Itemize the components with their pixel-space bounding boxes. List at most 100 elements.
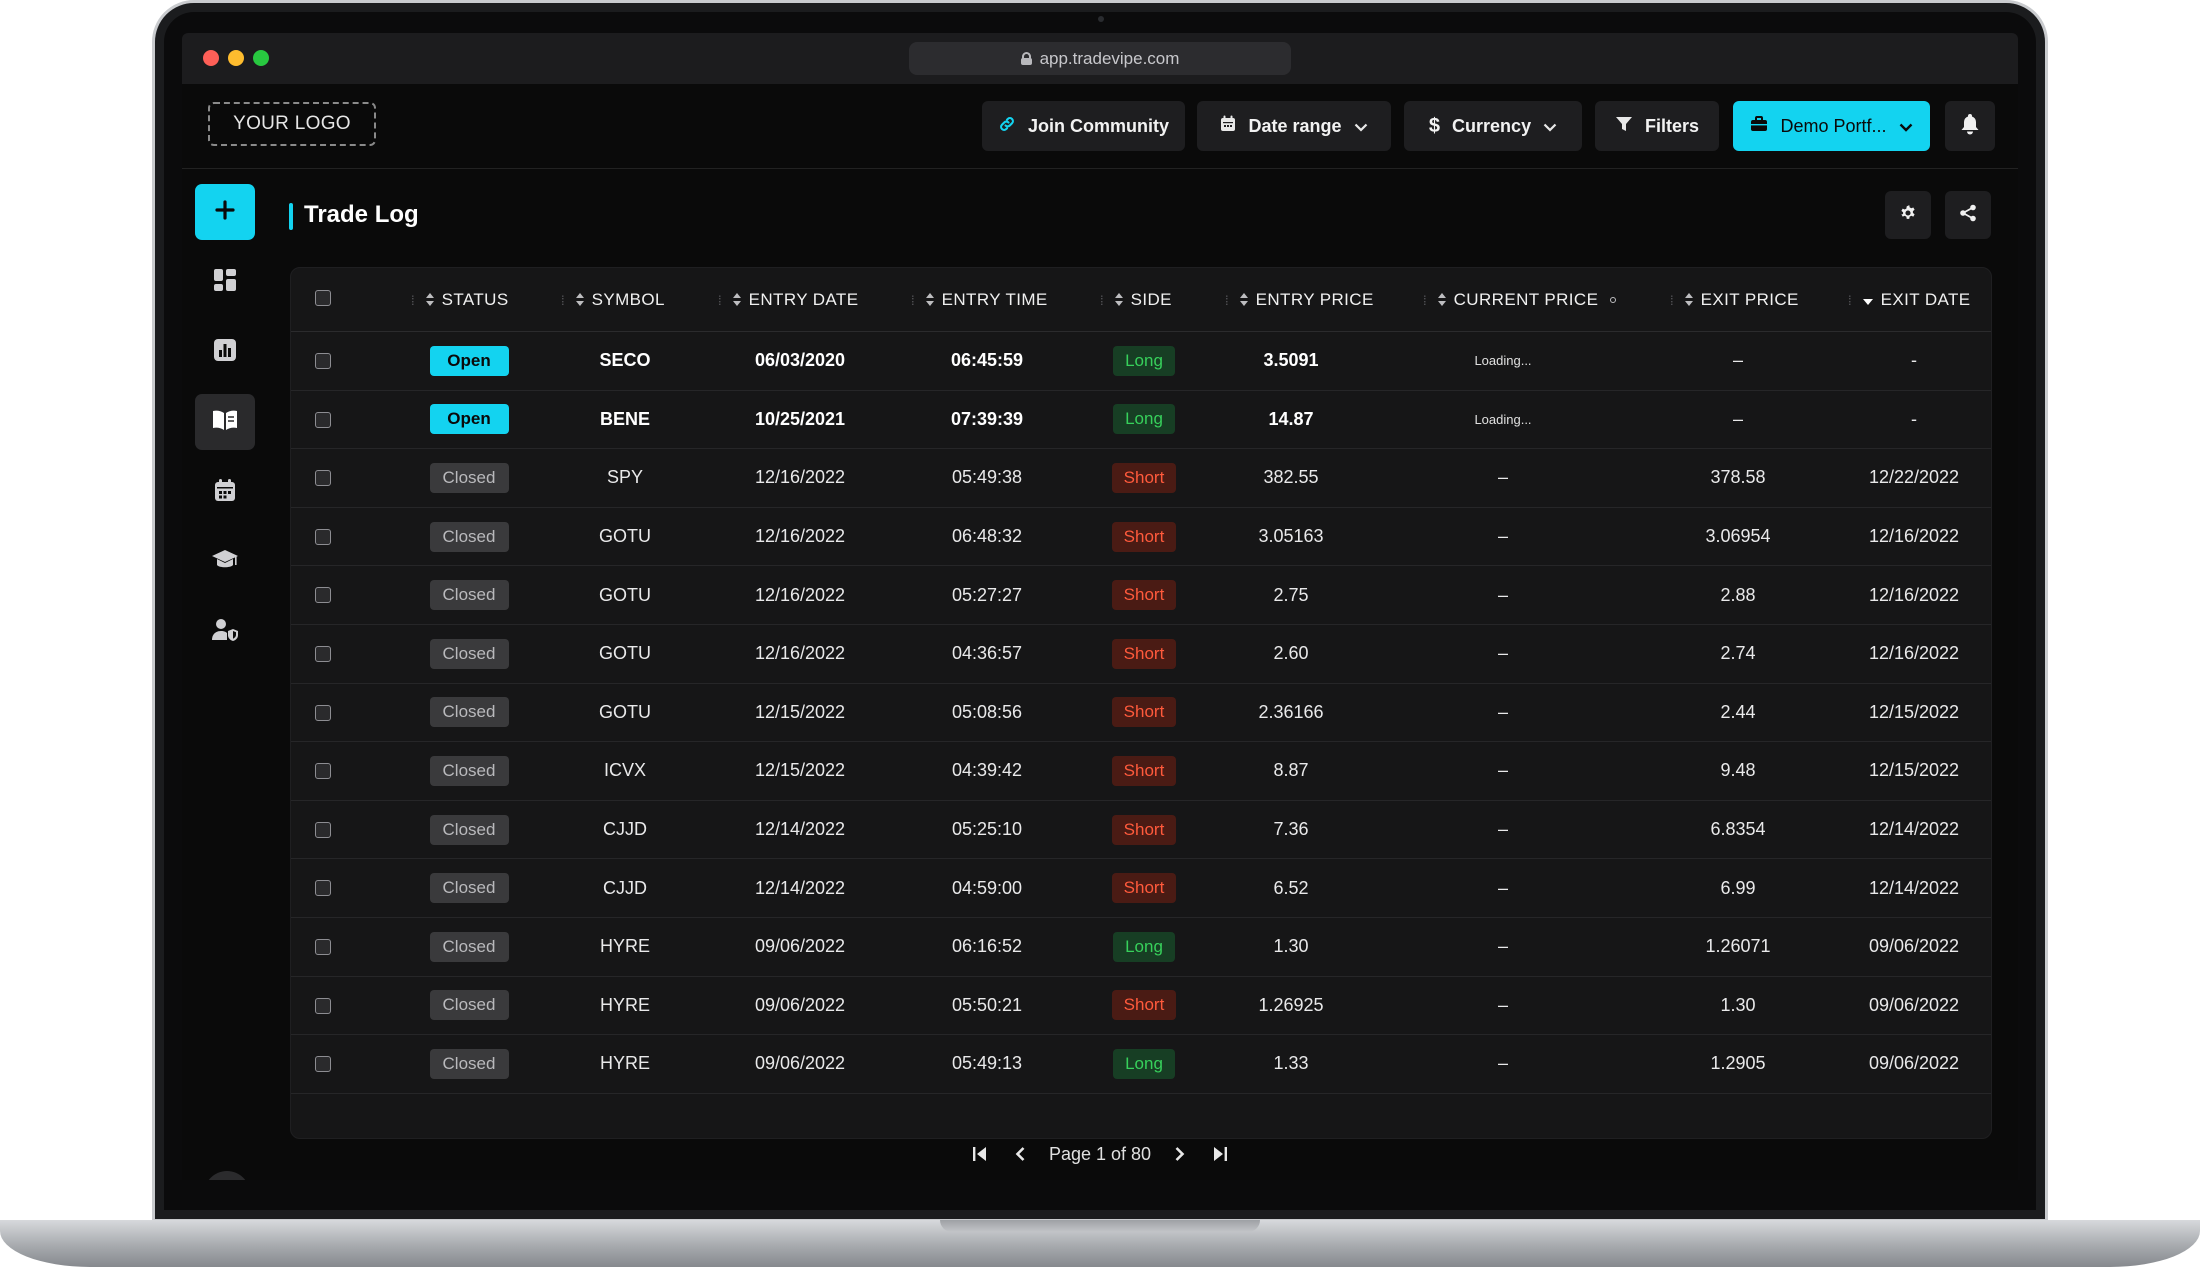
page-title: Trade Log [304, 201, 419, 228]
table-settings-button[interactable] [1885, 191, 1931, 239]
row-checkbox[interactable] [315, 587, 331, 604]
table-row[interactable]: Closed SPY 12/16/2022 05:49:38 Short 382.55 – 3… [291, 449, 1991, 508]
column-symbol[interactable]: ⁞ SYMBOL [561, 268, 665, 332]
cell-current-price: – [1403, 977, 1603, 1035]
table-row[interactable]: Closed HYRE 09/06/2022 06:16:52 Long 1.30 – 1.2… [291, 918, 1991, 977]
sidebar-item-reports[interactable] [195, 324, 255, 380]
table-row[interactable]: Closed CJJD 12/14/2022 04:59:00 Short 6.52 – 6.… [291, 859, 1991, 918]
cell-value: – [1497, 1053, 1508, 1074]
close-window-button[interactable] [203, 50, 219, 66]
side-badge: Short [1111, 697, 1177, 728]
table-row[interactable]: Closed CJJD 12/14/2022 05:25:10 Short 7.36 – 6.… [291, 801, 1991, 860]
table-row[interactable]: Open SECO 06/03/2020 06:45:59 Long 3.5091 Load… [291, 332, 1991, 391]
column-exit-price[interactable]: ⁞ EXIT PRICE [1670, 268, 1799, 332]
drag-handle-icon[interactable]: ⁞ [1100, 293, 1104, 308]
drag-handle-icon[interactable]: ⁞ [1225, 293, 1229, 308]
status-badge: Closed [429, 755, 509, 786]
drag-handle-icon[interactable]: ⁞ [411, 293, 415, 308]
table-row[interactable]: Closed GOTU 12/16/2022 04:36:57 Short 2.60 – 2.… [291, 625, 1991, 684]
chevron-right-icon [1175, 1147, 1185, 1161]
drag-handle-icon[interactable]: ⁞ [1670, 293, 1674, 308]
add-trade-button[interactable] [195, 184, 255, 240]
cell-entry-date: 09/06/2022 [700, 918, 900, 976]
cell-value: CJJD [603, 877, 647, 898]
cell-value: 1.26925 [1258, 994, 1324, 1015]
join-community-button[interactable]: Join Community [982, 101, 1185, 151]
column-entry-date[interactable]: ⁞ ENTRY DATE [718, 268, 858, 332]
logo[interactable]: YOUR LOGO [208, 102, 376, 146]
table-row[interactable]: Open BENE 10/25/2021 07:39:39 Long 14.87 Loadi… [291, 391, 1991, 450]
drag-handle-icon[interactable]: ⁞ [1848, 293, 1852, 308]
row-checkbox[interactable] [315, 880, 331, 897]
row-checkbox[interactable] [315, 353, 331, 369]
cell-symbol: GOTU [525, 508, 725, 566]
maximize-window-button[interactable] [253, 50, 269, 66]
share-button[interactable] [1945, 191, 1991, 239]
last-page-button[interactable] [1209, 1143, 1231, 1165]
sidebar-item-calendar[interactable] [195, 464, 255, 520]
cell-value: 12/16/2022 [754, 526, 846, 547]
drag-handle-icon[interactable]: ⁞ [718, 293, 722, 308]
sort-icon [575, 293, 584, 307]
cell-entry-date: 12/14/2022 [700, 859, 900, 917]
column-label: ENTRY PRICE [1255, 290, 1374, 309]
drag-handle-icon[interactable]: ⁞ [911, 293, 915, 308]
loading-text: Loading... [1474, 411, 1532, 427]
notifications-button[interactable] [1945, 101, 1995, 151]
cell-exit-price: 6.8354 [1638, 801, 1838, 859]
cell-symbol: SPY [525, 449, 725, 507]
sidebar-item-account[interactable] [195, 604, 255, 660]
minimize-window-button[interactable] [228, 50, 244, 66]
cell-symbol: CJJD [525, 859, 725, 917]
filters-button[interactable]: Filters [1595, 101, 1719, 151]
portfolio-dropdown[interactable]: Demo Portf... [1733, 101, 1930, 151]
drag-handle-icon[interactable]: ⁞ [561, 293, 565, 308]
address-bar[interactable]: app.tradevipe.com [909, 42, 1291, 75]
row-checkbox[interactable] [315, 939, 331, 955]
table-row[interactable]: Closed ICVX 12/15/2022 04:39:42 Short 8.87 – 9.… [291, 742, 1991, 801]
table-row[interactable]: Closed GOTU 12/16/2022 06:48:32 Short 3.05163… [291, 508, 1991, 567]
cell-value: GOTU [599, 526, 651, 547]
row-checkbox[interactable] [315, 1056, 331, 1073]
page-indicator: Page 1 of 80 [1048, 1143, 1152, 1164]
select-all-checkbox[interactable] [315, 290, 331, 306]
previous-page-button[interactable] [1009, 1143, 1031, 1165]
next-page-button[interactable] [1169, 1143, 1191, 1165]
row-checkbox[interactable] [315, 646, 331, 662]
sidebar-item-dashboard[interactable] [195, 254, 255, 310]
first-page-button[interactable] [969, 1143, 991, 1165]
sidebar-item-journal[interactable] [195, 394, 255, 450]
column-exit-date[interactable]: ⁞ EXIT DATE [1848, 268, 1971, 332]
column-entry-time[interactable]: ⁞ ENTRY TIME [911, 268, 1048, 332]
date-range-dropdown[interactable]: Date range [1197, 101, 1391, 151]
cell-value: 04:36:57 [951, 643, 1023, 664]
cell-value: 05:49:38 [951, 467, 1023, 488]
row-checkbox[interactable] [315, 704, 331, 721]
cell-entry-date: 12/16/2022 [700, 566, 900, 624]
status-badge: Closed [429, 697, 509, 728]
table-row[interactable]: Closed HYRE 09/06/2022 05:50:21 Short 1.26925… [291, 977, 1991, 1036]
row-checkbox[interactable] [315, 528, 331, 545]
cell-value: 3.05163 [1258, 526, 1324, 547]
column-current-price[interactable]: ⁞ CURRENT PRICE [1423, 268, 1617, 332]
column-entry-price[interactable]: ⁞ ENTRY PRICE [1225, 268, 1374, 332]
currency-dropdown[interactable]: $ Currency [1404, 101, 1582, 151]
column-status[interactable]: ⁞ STATUS [411, 268, 509, 332]
row-checkbox[interactable] [315, 821, 331, 838]
cell-value: 12/14/2022 [754, 877, 846, 898]
cell-value: 12/16/2022 [1868, 584, 1960, 605]
column-side[interactable]: ⁞ SIDE [1100, 268, 1172, 332]
row-checkbox[interactable] [315, 763, 331, 780]
cell-exit-date: 12/14/2022 [1814, 801, 1991, 859]
app-header: YOUR LOGO Join Community Date range $ Cu… [182, 84, 2018, 169]
drag-handle-icon[interactable]: ⁞ [1423, 293, 1427, 308]
table-row[interactable]: Closed GOTU 12/16/2022 05:27:27 Short 2.75 – 2.… [291, 566, 1991, 625]
row-checkbox[interactable] [315, 997, 331, 1014]
row-checkbox[interactable] [315, 470, 331, 487]
sidebar-item-education[interactable] [195, 534, 255, 590]
search-icon[interactable] [1610, 297, 1617, 303]
table-row[interactable]: Closed HYRE 09/06/2022 05:49:13 Long 1.33 – 1.2… [291, 1035, 1991, 1094]
cell-entry-date: 12/15/2022 [700, 684, 900, 742]
table-row[interactable]: Closed GOTU 12/15/2022 05:08:56 Short 2.36166… [291, 684, 1991, 743]
row-checkbox[interactable] [315, 411, 331, 428]
